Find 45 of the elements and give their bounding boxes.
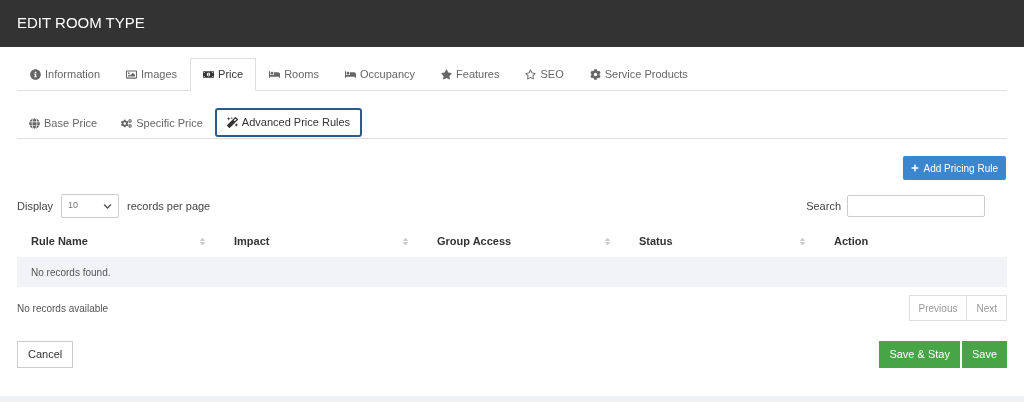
column-header[interactable]: Impact — [234, 233, 270, 250]
tab[interactable]: Price — [190, 58, 257, 91]
sort-icon — [402, 237, 409, 246]
display-label: Display — [17, 198, 54, 214]
sort-icon — [199, 237, 206, 246]
empty-message: No records found. — [31, 265, 111, 280]
column-header[interactable]: Status — [639, 233, 673, 250]
tab[interactable]: Occupancy — [332, 58, 429, 90]
tab[interactable]: SEO — [512, 58, 577, 90]
tab[interactable]: Rooms — [256, 58, 332, 90]
sort-icon — [604, 237, 611, 246]
sub-tab[interactable]: Advanced Price Rules — [214, 108, 363, 137]
settings-icon — [589, 68, 601, 80]
chevron-down-icon — [103, 201, 113, 211]
star-icon — [441, 68, 453, 80]
tab[interactable]: Images — [113, 58, 191, 90]
bed-icon — [269, 68, 281, 80]
gears-icon — [121, 117, 133, 129]
save-button[interactable]: Save — [961, 341, 1007, 368]
column-header[interactable]: Rule Name — [31, 233, 88, 250]
search-field[interactable] — [847, 195, 985, 217]
add-pricing-rule-button[interactable]: Add Pricing Rule — [902, 156, 1006, 180]
image-icon — [126, 68, 138, 80]
tab[interactable]: Service Products — [576, 58, 701, 90]
page-title: EDIT ROOM TYPE — [17, 13, 145, 34]
sub-tab[interactable]: Base Price — [17, 108, 110, 138]
records-per-page-select[interactable]: 10 — [61, 194, 120, 218]
sort-icon — [799, 237, 806, 246]
tab[interactable]: Information — [17, 58, 114, 90]
tab[interactable]: Features — [428, 58, 513, 90]
wand-icon — [226, 117, 238, 128]
info-icon — [30, 68, 41, 80]
plus-icon — [910, 164, 919, 172]
records-per-page-label: records per page — [127, 198, 211, 214]
save-and-stay-button[interactable]: Save & Stay — [879, 341, 960, 368]
search-label: Search — [806, 198, 841, 214]
bed-icon — [345, 68, 356, 80]
column-header[interactable]: Action — [834, 233, 869, 250]
sub-tab[interactable]: Specific Price — [109, 108, 215, 138]
banknote-icon — [203, 69, 215, 80]
column-header[interactable]: Group Access — [437, 233, 512, 250]
star-outline-icon — [525, 68, 537, 80]
cancel-button[interactable]: Cancel — [17, 341, 74, 368]
globe-icon — [29, 117, 40, 129]
records-info: No records available — [17, 301, 109, 316]
